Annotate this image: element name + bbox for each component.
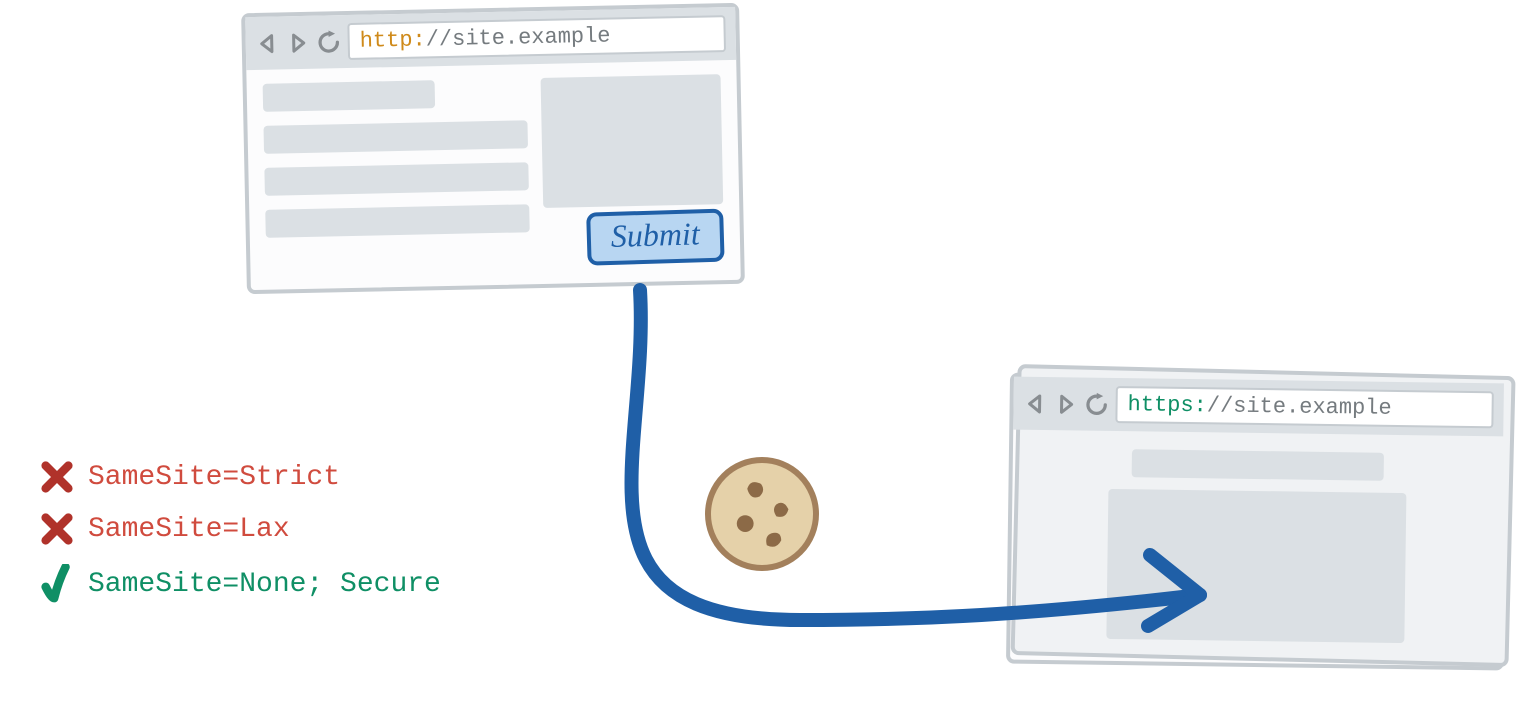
back-icon [1023,391,1047,415]
cross-icon [40,460,74,494]
url-path: //site.example [1207,393,1392,421]
rule-lax: SameSite=Lax [40,512,441,546]
submit-button[interactable]: Submit [586,209,724,266]
skeleton-line [265,204,530,238]
skeleton-line [1132,449,1384,481]
browser-toolbar: https://site.example [1013,377,1504,437]
page-content: Submit [246,60,740,290]
skeleton-block [541,74,724,208]
skeleton-line [263,120,528,154]
check-icon [40,564,74,604]
forward-icon [1053,392,1077,416]
skeleton-block [1107,489,1407,643]
rule-label: SameSite=Strict [88,462,340,493]
forward-icon [285,30,309,54]
back-icon [255,31,279,55]
rule-strict: SameSite=Strict [40,460,441,494]
reload-icon [1083,391,1109,417]
samesite-rules-list: SameSite=Strict SameSite=Lax SameSite=No… [40,460,441,604]
rule-label: SameSite=None; Secure [88,569,441,600]
skeleton-line [264,162,529,196]
rule-none-secure: SameSite=None; Secure [40,564,441,604]
cross-icon [40,512,74,546]
url-protocol: https: [1127,392,1207,418]
reload-icon [315,29,342,56]
cookie-icon [702,454,822,574]
page-content [1010,430,1503,667]
url-protocol: http: [359,27,426,53]
url-path: //site.example [425,24,610,53]
content-skeleton-left [263,78,531,271]
address-bar[interactable]: https://site.example [1115,386,1493,428]
content-skeleton-right: Submit [541,74,725,266]
browser-window-source: http://site.example Submit [241,3,745,294]
browser-window-target: https://site.example [1006,373,1508,671]
rule-label: SameSite=Lax [88,514,290,545]
address-bar[interactable]: http://site.example [347,15,726,60]
skeleton-line [263,80,435,112]
